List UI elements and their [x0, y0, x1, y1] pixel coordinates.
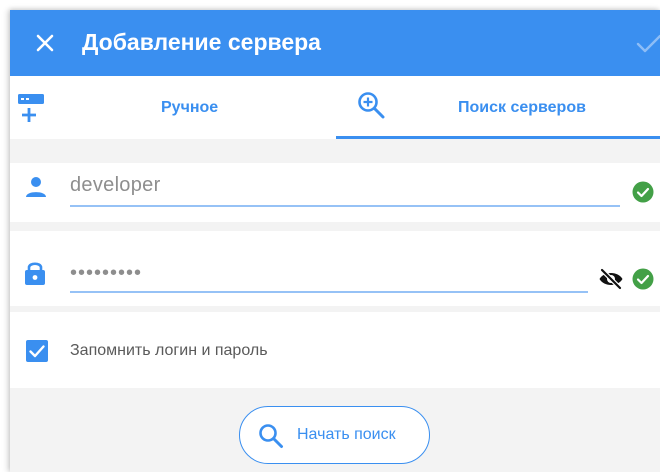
close-icon	[36, 34, 54, 52]
start-search-label: Начать поиск	[297, 426, 396, 443]
remember-label: Запомнить логин и пароль	[70, 342, 268, 359]
tab-server-search-label: Поиск серверов	[458, 99, 586, 116]
zoom-in-icon	[358, 92, 385, 119]
check-circle-icon	[632, 268, 654, 290]
lock-icon	[25, 262, 45, 285]
app-bar: Добавление сервера	[10, 10, 660, 76]
search-icon	[259, 424, 283, 448]
person-icon	[26, 177, 46, 197]
server-add-icon	[18, 94, 44, 122]
remember-checkbox[interactable]	[26, 340, 48, 362]
dialog-title: Добавление сервера	[82, 29, 321, 55]
tab-manual-label: Ручное	[161, 99, 219, 116]
username-input[interactable]	[70, 169, 618, 201]
start-search-button[interactable]: Начать поиск	[239, 406, 430, 464]
username-row	[10, 163, 660, 222]
username-underline	[70, 205, 620, 207]
eye-off-icon	[599, 267, 623, 291]
checkmark-icon	[29, 345, 45, 358]
add-server-dialog: Добавление сервера Ручное Поиск серверов…	[10, 10, 660, 472]
remember-row: Запомнить логин и пароль	[10, 312, 660, 388]
tab-bar: Ручное Поиск серверов	[10, 76, 660, 139]
screen: Добавление сервера Ручное Поиск серверов…	[0, 0, 660, 472]
toggle-password-visibility-button[interactable]	[598, 267, 624, 291]
password-row	[10, 231, 660, 306]
tab-server-search[interactable]: Поиск серверов	[336, 76, 660, 139]
confirm-button[interactable]	[634, 30, 660, 58]
tab-manual[interactable]: Ручное	[10, 76, 336, 139]
close-button[interactable]	[30, 28, 60, 58]
check-circle-icon	[632, 181, 654, 203]
form-area: Запомнить логин и пароль Начать поиск	[10, 139, 660, 472]
password-input[interactable]	[70, 257, 586, 289]
check-icon	[636, 34, 660, 53]
password-underline	[70, 291, 588, 293]
